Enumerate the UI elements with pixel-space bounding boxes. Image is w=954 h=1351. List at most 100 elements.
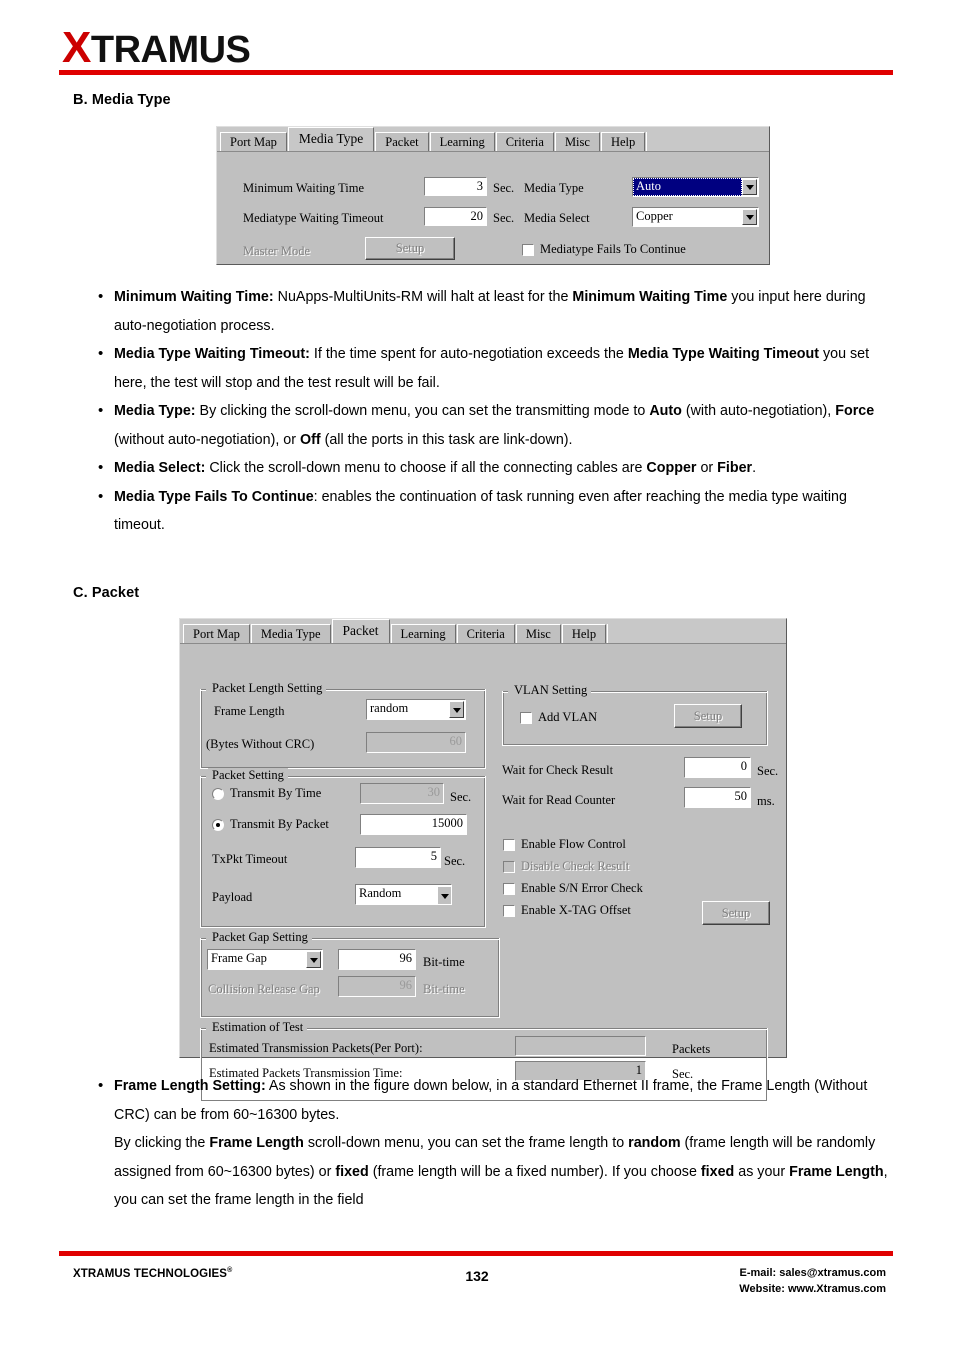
chevron-down-icon[interactable] — [742, 209, 757, 225]
list-item: • Media Type Fails To Continue: enables … — [88, 483, 888, 540]
add-vlan-checkbox[interactable]: Add VLAN — [520, 710, 597, 725]
transmit-by-packet-input[interactable]: 15000 — [360, 814, 467, 835]
media-select-value: Copper — [636, 209, 673, 223]
mediatype-waiting-timeout-label: Mediatype Waiting Timeout — [243, 211, 384, 225]
frame-gap-select[interactable]: Frame Gap — [207, 949, 323, 970]
tab-packet[interactable]: Packet — [375, 132, 429, 151]
enable-sn-error-check-label: Enable S/N Error Check — [521, 881, 643, 895]
paragraph-row: By clicking the Frame Length scroll-down… — [88, 1129, 888, 1215]
wait-for-check-result-unit: Sec. — [757, 764, 779, 778]
chevron-down-icon[interactable] — [742, 179, 757, 195]
transmit-by-time-unit: Sec. — [450, 790, 472, 804]
est-transmission-packets-output — [515, 1036, 646, 1056]
document-page: XTRAMUS B. Media Type Port Map Media Typ… — [0, 0, 954, 1351]
header-red-rule — [59, 70, 893, 75]
wait-for-check-result-input[interactable]: 0 — [684, 757, 751, 778]
payload-select[interactable]: Random — [356, 885, 451, 904]
transmit-by-time-radio[interactable]: Transmit By Time — [212, 786, 321, 801]
mediatype-waiting-timeout-input[interactable]: 20 — [424, 207, 487, 226]
bullet-icon: • — [98, 459, 104, 476]
bullet-text: Media Type: By clicking the scroll-down … — [114, 403, 875, 448]
chevron-down-icon[interactable] — [437, 886, 451, 904]
chevron-down-icon[interactable] — [449, 701, 464, 718]
frame-length-select-value: random — [370, 701, 409, 715]
tab-criteria[interactable]: Criteria — [495, 132, 554, 151]
master-mode-label: Master Mode — [243, 244, 310, 258]
txpkt-timeout-label: TxPkt Timeout — [212, 852, 288, 866]
payload-label: Payload — [212, 890, 253, 904]
packet-paragraph: By clicking the Frame Length scroll-down… — [114, 1135, 888, 1208]
bullet-text: Media Select: Click the scroll-down menu… — [114, 460, 757, 476]
packet-gap-setting-legend: Packet Gap Setting — [208, 930, 312, 944]
tab-misc[interactable]: Misc — [554, 132, 600, 151]
footer-website: Website: www.Xtramus.com — [739, 1283, 886, 1295]
chevron-down-icon[interactable] — [306, 951, 321, 968]
packet-panel: Packet Length Setting Frame Length rando… — [180, 644, 786, 1102]
tab-port-map[interactable]: Port Map — [183, 624, 250, 643]
estimation-of-test-legend: Estimation of Test — [208, 1020, 308, 1034]
tab-misc[interactable]: Misc — [515, 624, 561, 643]
vlan-setup-button[interactable]: Setup — [674, 704, 742, 728]
enable-xtag-offset-checkbox[interactable]: Enable X-TAG Offset — [503, 903, 631, 918]
minimum-waiting-time-input[interactable]: 3 — [424, 177, 487, 196]
disable-check-result-label: Disable Check Result — [521, 859, 630, 873]
frame-gap-input[interactable]: 96 — [338, 949, 416, 970]
enable-flow-control-checkbox[interactable]: Enable Flow Control — [503, 837, 626, 852]
footer-contact: E-mail: sales@xtramus.com Website: www.X… — [739, 1265, 886, 1297]
bullet-spacer — [88, 1129, 114, 1215]
heading-b-media-type: B. Media Type — [73, 92, 171, 108]
xtag-setup-button[interactable]: Setup — [702, 901, 770, 925]
bullet-text: Media Type Fails To Continue: enables th… — [114, 488, 847, 534]
footer-red-rule — [59, 1251, 893, 1256]
list-item: • Media Type Waiting Timeout: If the tim… — [88, 340, 888, 397]
checkbox-icon[interactable] — [520, 711, 532, 724]
packet-setting-legend: Packet Setting — [208, 768, 288, 782]
master-mode-setup-button[interactable]: Setup — [365, 237, 455, 260]
xtag-setup-label: Setup — [721, 905, 751, 920]
frame-length-select[interactable]: random — [366, 699, 466, 720]
list-item: • Frame Length Setting: As shown in the … — [88, 1072, 888, 1129]
vlan-setting-legend: VLAN Setting — [510, 683, 592, 697]
tab-packet[interactable]: Packet — [331, 619, 390, 643]
tab-help[interactable]: Help — [600, 132, 646, 151]
payload-select-wrap: Random — [355, 884, 452, 905]
frame-gap-select-value: Frame Gap — [211, 951, 267, 965]
media-select-select[interactable]: Copper — [632, 207, 759, 227]
tab-media-type[interactable]: Media Type — [287, 127, 375, 151]
media-select-label: Media Select — [524, 211, 590, 225]
bullet-text: Media Type Waiting Timeout: If the time … — [114, 346, 870, 391]
wait-for-read-counter-label: Wait for Read Counter — [502, 793, 616, 807]
est-transmission-packets-label: Estimated Transmission Packets(Per Port)… — [209, 1041, 423, 1055]
checkbox-icon[interactable] — [503, 838, 515, 851]
wait-for-read-counter-input[interactable]: 50 — [684, 787, 751, 808]
logo-x-letter: X — [62, 23, 91, 72]
tab-port-map[interactable]: Port Map — [220, 132, 287, 151]
enable-xtag-offset-label: Enable X-TAG Offset — [521, 903, 631, 917]
checkbox-icon[interactable] — [522, 243, 534, 256]
mediatype-fails-checkbox[interactable]: Mediatype Fails To Continue — [522, 242, 686, 257]
tab-media-type[interactable]: Media Type — [250, 624, 331, 643]
tab-help[interactable]: Help — [561, 624, 607, 643]
media-type-select[interactable]: Auto — [632, 177, 759, 197]
disable-check-result-checkbox: Disable Check Result — [503, 859, 629, 874]
enable-flow-control-label: Enable Flow Control — [521, 837, 626, 851]
heading-c-packet: C. Packet — [73, 585, 140, 601]
media-type-tabstrip: Port Map Media Type Packet Learning Crit… — [217, 127, 769, 152]
media-type-label: Media Type — [524, 181, 584, 195]
checkbox-icon[interactable] — [503, 904, 515, 917]
tabstrip-filler — [607, 624, 786, 643]
tab-criteria[interactable]: Criteria — [456, 624, 515, 643]
transmit-by-time-label: Transmit By Time — [230, 786, 322, 800]
txpkt-timeout-input[interactable]: 5 — [355, 847, 441, 868]
transmit-by-packet-radio[interactable]: Transmit By Packet — [212, 817, 329, 832]
bullet-icon: • — [98, 288, 104, 305]
wait-for-read-counter-unit: ms. — [757, 794, 775, 808]
radio-icon[interactable] — [212, 787, 224, 800]
checkbox-icon[interactable] — [503, 882, 515, 895]
radio-icon[interactable] — [212, 818, 224, 831]
mediatype-fails-label: Mediatype Fails To Continue — [540, 242, 686, 256]
wait-for-check-result-label: Wait for Check Result — [502, 763, 614, 777]
tab-learning[interactable]: Learning — [429, 132, 495, 151]
enable-sn-error-check-checkbox[interactable]: Enable S/N Error Check — [503, 881, 643, 896]
tab-learning[interactable]: Learning — [390, 624, 456, 643]
